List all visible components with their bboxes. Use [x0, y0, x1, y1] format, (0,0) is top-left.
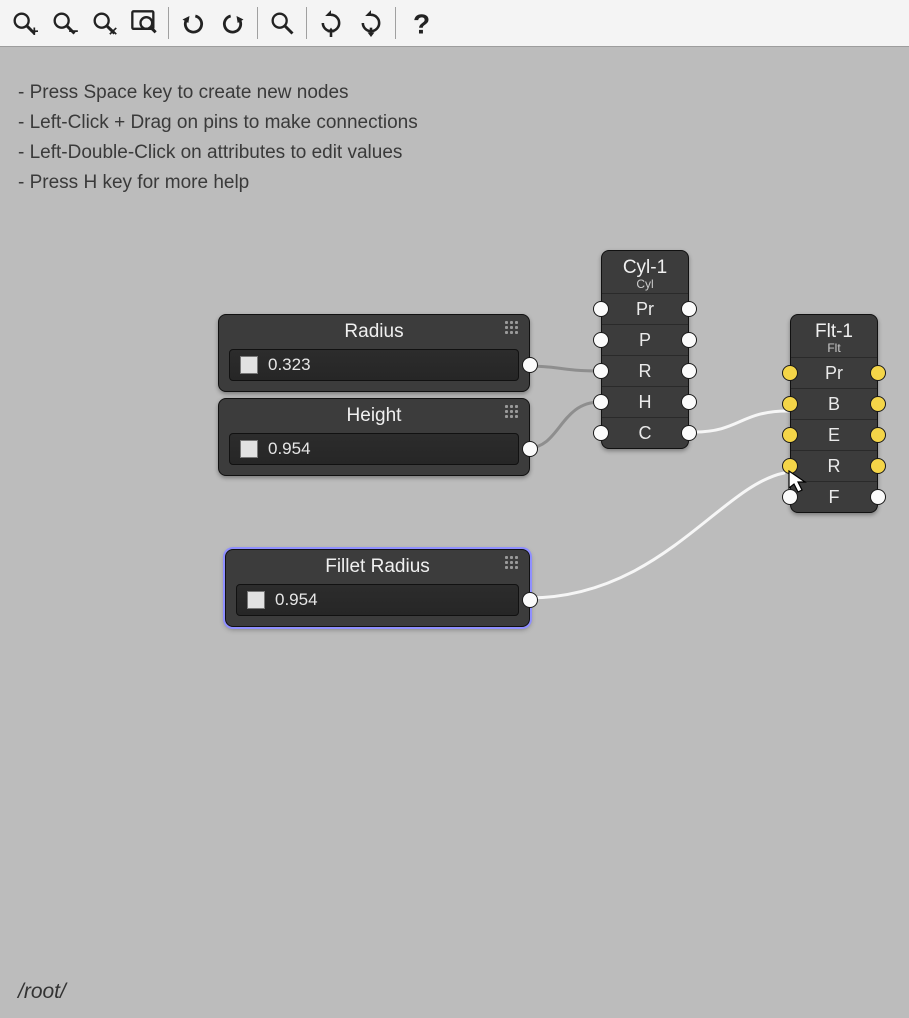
port-label: C — [639, 423, 652, 443]
node-value[interactable]: 0.954 — [229, 433, 519, 465]
port-row: B — [791, 388, 877, 419]
port-row: F — [791, 481, 877, 512]
node-title-label: Fillet Radius — [325, 556, 430, 577]
zoom-out-icon[interactable]: – — [44, 3, 84, 43]
node-height[interactable]: Height 0.954 — [218, 398, 530, 476]
port-row: Pr — [791, 357, 877, 388]
redo-icon[interactable] — [213, 3, 253, 43]
output-pin[interactable] — [870, 427, 886, 443]
grip-icon[interactable] — [505, 321, 523, 335]
help-line: - Press Space key to create new nodes — [18, 78, 418, 108]
node-flt[interactable]: Flt-1 Flt Pr B E R F — [790, 314, 878, 513]
node-value[interactable]: 0.954 — [236, 584, 519, 616]
value-enabled-checkbox[interactable] — [240, 440, 258, 458]
svg-text:–: – — [69, 20, 78, 37]
node-title: Fillet Radius — [226, 550, 529, 578]
port-label: H — [639, 392, 652, 412]
node-radius[interactable]: Radius 0.323 — [218, 314, 530, 392]
node-type-label: Flt — [803, 341, 865, 355]
output-pin[interactable] — [870, 365, 886, 381]
value-enabled-checkbox[interactable] — [247, 591, 265, 609]
toolbar-separator — [395, 7, 396, 39]
port-row: Pr — [602, 293, 688, 324]
help-line: - Left-Click + Drag on pins to make conn… — [18, 108, 418, 138]
node-fillet-radius[interactable]: Fillet Radius 0.954 — [225, 549, 530, 627]
output-pin[interactable] — [681, 425, 697, 441]
input-pin[interactable] — [593, 301, 609, 317]
value-number[interactable]: 0.323 — [268, 355, 311, 375]
input-pin[interactable] — [593, 394, 609, 410]
node-cyl[interactable]: Cyl-1 Cyl Pr P R H C — [601, 250, 689, 449]
svg-text:×: × — [109, 23, 118, 37]
port-label: F — [829, 487, 840, 507]
value-enabled-checkbox[interactable] — [240, 356, 258, 374]
port-label: Pr — [636, 299, 654, 319]
grip-icon[interactable] — [505, 556, 523, 570]
node-value[interactable]: 0.323 — [229, 349, 519, 381]
port-label: R — [828, 456, 841, 476]
port-label: E — [828, 425, 840, 445]
port-row: P — [602, 324, 688, 355]
zoom-in-icon[interactable]: + — [4, 3, 44, 43]
search-icon[interactable] — [262, 3, 302, 43]
output-pin[interactable] — [522, 592, 538, 608]
undo-icon[interactable] — [173, 3, 213, 43]
output-pin[interactable] — [870, 396, 886, 412]
help-line: - Press H key for more help — [18, 168, 418, 198]
node-title: Radius — [219, 315, 529, 343]
output-pin[interactable] — [870, 458, 886, 474]
node-title: Flt-1 Flt — [791, 315, 877, 357]
value-number[interactable]: 0.954 — [275, 590, 318, 610]
node-title-label: Cyl-1 — [614, 257, 676, 279]
port-label: P — [639, 330, 651, 350]
output-pin[interactable] — [681, 394, 697, 410]
port-label: B — [828, 394, 840, 414]
output-pin[interactable] — [681, 332, 697, 348]
port-row: C — [602, 417, 688, 448]
input-pin[interactable] — [782, 396, 798, 412]
breadcrumb-path[interactable]: /root/ — [18, 980, 66, 1004]
port-row: E — [791, 419, 877, 450]
output-pin[interactable] — [522, 357, 538, 373]
toolbar-separator — [257, 7, 258, 39]
zoom-reset-icon[interactable]: × — [84, 3, 124, 43]
input-pin[interactable] — [782, 427, 798, 443]
svg-text:?: ? — [413, 9, 430, 37]
input-pin[interactable] — [782, 365, 798, 381]
help-text: - Press Space key to create new nodes - … — [18, 78, 418, 198]
refresh-down-icon[interactable] — [351, 3, 391, 43]
node-title-label: Flt-1 — [803, 321, 865, 343]
output-pin[interactable] — [870, 489, 886, 505]
help-icon[interactable]: ? — [400, 3, 440, 43]
node-title-label: Radius — [344, 321, 403, 342]
port-row: R — [791, 450, 877, 481]
input-pin[interactable] — [782, 458, 798, 474]
toolbar-separator — [306, 7, 307, 39]
refresh-up-icon[interactable] — [311, 3, 351, 43]
svg-text:+: + — [30, 23, 38, 37]
help-line: - Left-Double-Click on attributes to edi… — [18, 138, 418, 168]
toolbar: + – × ? — [0, 0, 909, 47]
input-pin[interactable] — [782, 489, 798, 505]
grip-icon[interactable] — [505, 405, 523, 419]
output-pin[interactable] — [522, 441, 538, 457]
toolbar-separator — [168, 7, 169, 39]
port-row: H — [602, 386, 688, 417]
input-pin[interactable] — [593, 425, 609, 441]
port-row: R — [602, 355, 688, 386]
input-pin[interactable] — [593, 363, 609, 379]
port-label: R — [639, 361, 652, 381]
output-pin[interactable] — [681, 363, 697, 379]
input-pin[interactable] — [593, 332, 609, 348]
output-pin[interactable] — [681, 301, 697, 317]
node-title-label: Height — [347, 405, 402, 426]
node-canvas[interactable]: - Press Space key to create new nodes - … — [0, 46, 909, 1018]
value-number[interactable]: 0.954 — [268, 439, 311, 459]
zoom-region-icon[interactable] — [124, 3, 164, 43]
port-label: Pr — [825, 363, 843, 383]
node-title: Cyl-1 Cyl — [602, 251, 688, 293]
node-type-label: Cyl — [614, 277, 676, 291]
app-root: + – × ? — [0, 0, 909, 1018]
node-title: Height — [219, 399, 529, 427]
